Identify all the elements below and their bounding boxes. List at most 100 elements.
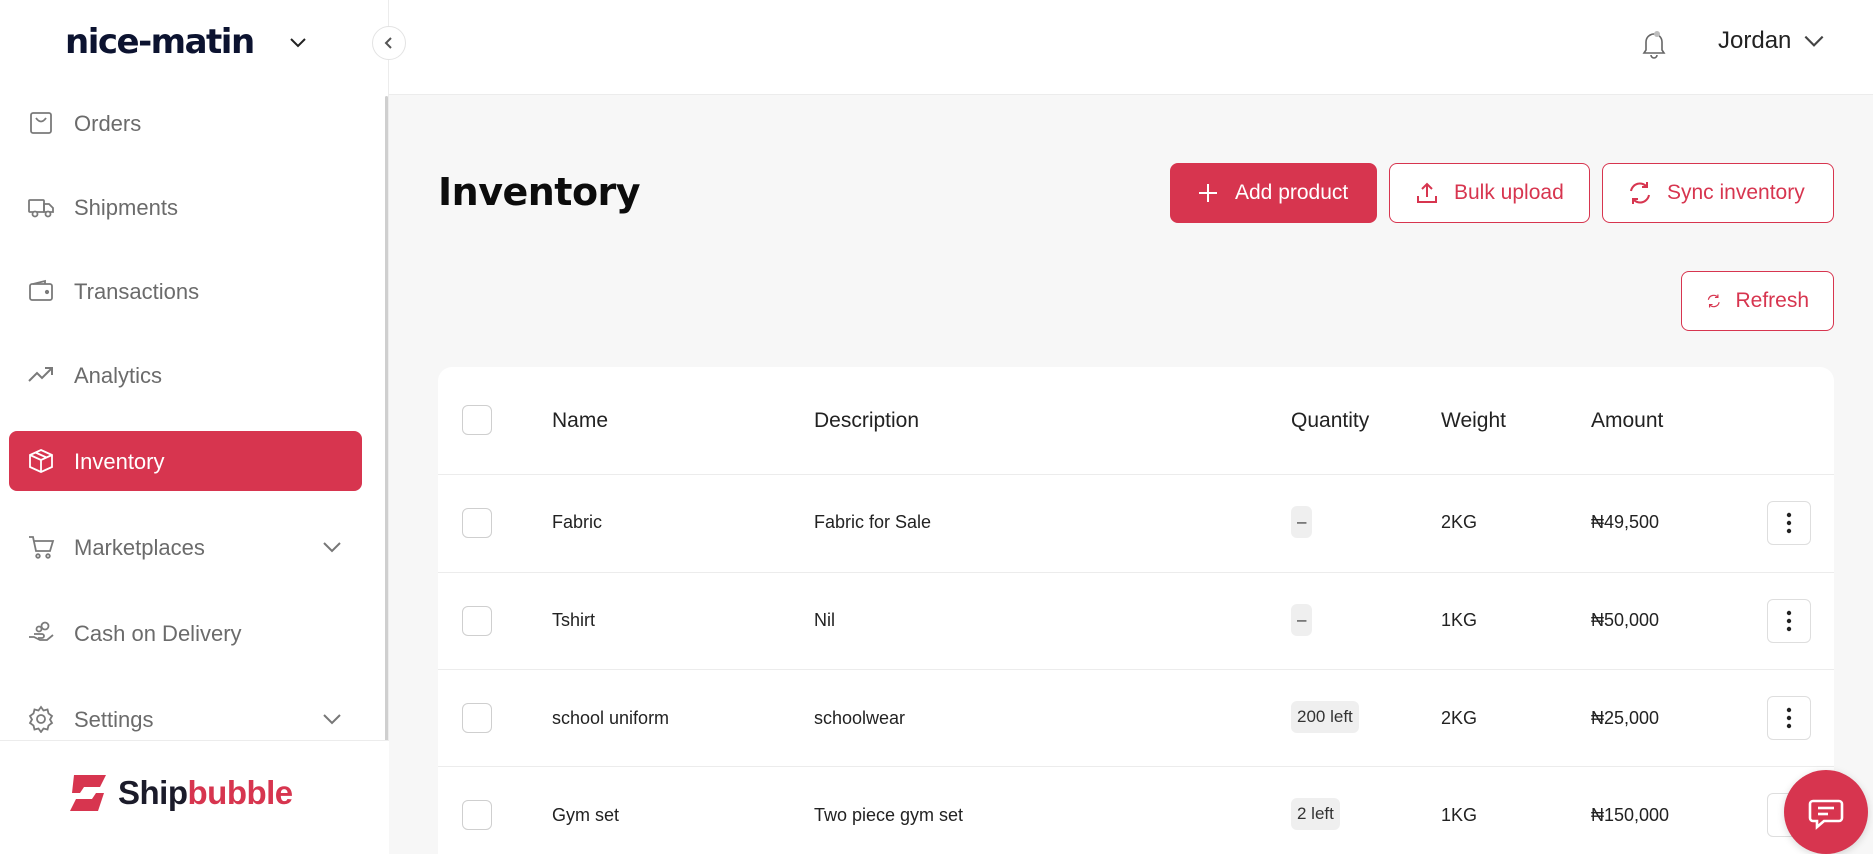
sidebar-footer: Shipbubble [0, 740, 389, 854]
sidebar-item-analytics[interactable]: Analytics [9, 345, 362, 405]
row-description: Nil [814, 610, 835, 630]
shipbubble-logo-icon [70, 775, 106, 811]
sidebar: nice-matin Orders Shipments Transactions… [0, 0, 389, 854]
sidebar-item-label: Settings [74, 707, 154, 732]
column-header-amount[interactable]: Amount [1591, 409, 1663, 433]
row-description: schoolwear [814, 708, 906, 728]
column-header-weight[interactable]: Weight [1441, 409, 1506, 433]
row-quantity: – [1291, 506, 1313, 538]
chevron-down-icon[interactable] [320, 707, 344, 731]
box-icon [29, 449, 53, 473]
bulk-upload-button[interactable]: Bulk upload [1389, 163, 1590, 223]
sidebar-item-label: Marketplaces [74, 535, 205, 560]
sidebar-item-orders[interactable]: Orders [9, 93, 362, 153]
row-weight: 1KG [1441, 805, 1478, 825]
brand-name[interactable]: nice-matin [65, 22, 255, 62]
chevron-down-icon[interactable] [286, 30, 310, 54]
table-row[interactable]: Tshirt Nil – 1KG ₦50,000 [438, 573, 1834, 670]
table-row[interactable]: school uniform schoolwear 200 left 2KG ₦… [438, 670, 1834, 767]
refresh-button[interactable]: Refresh [1681, 271, 1834, 331]
wallet-icon [29, 279, 53, 301]
hand-coins-icon [29, 621, 54, 641]
logo-text-bubble: bubble [187, 774, 294, 811]
gear-icon [28, 705, 54, 733]
refresh-icon [1707, 294, 1720, 308]
sidebar-item-settings[interactable]: Settings [9, 689, 362, 740]
row-checkbox[interactable] [462, 508, 492, 538]
sidebar-item-label: Shipments [74, 195, 178, 220]
chevron-down-icon [1804, 35, 1824, 47]
plus-icon [1199, 184, 1217, 202]
cart-icon [29, 536, 55, 559]
row-name: school uniform [552, 708, 670, 728]
sync-inventory-button[interactable]: Sync inventory [1602, 163, 1834, 223]
sidebar-item-shipments[interactable]: Shipments [9, 177, 362, 237]
truck-icon [28, 199, 54, 218]
sync-icon [1630, 182, 1650, 204]
user-menu[interactable]: Jordan [1718, 27, 1827, 55]
column-header-description[interactable]: Description [814, 409, 919, 433]
column-header-quantity[interactable]: Quantity [1291, 409, 1369, 433]
row-weight: 2KG [1441, 708, 1478, 728]
bulk-upload-label: Bulk upload [1454, 181, 1564, 204]
sidebar-item-label: Analytics [74, 363, 163, 388]
chat-icon [1808, 799, 1844, 830]
table-row[interactable]: Fabric Fabric for Sale – 2KG ₦49,500 [438, 475, 1834, 573]
row-checkbox[interactable] [462, 703, 492, 733]
sidebar-item-label: Cash on Delivery [74, 621, 242, 646]
add-product-label: Add product [1235, 181, 1349, 204]
trend-up-icon [28, 367, 53, 382]
row-description: Fabric for Sale [814, 512, 932, 532]
more-vertical-icon [1786, 512, 1792, 534]
row-amount: ₦150,000 [1591, 805, 1670, 825]
row-quantity: – [1291, 604, 1313, 636]
brand-row: nice-matin [0, 0, 389, 84]
shipbubble-logo[interactable]: Shipbubble [66, 773, 293, 813]
collapse-sidebar-button[interactable] [372, 26, 406, 60]
sidebar-item-cash-on-delivery[interactable]: Cash on Delivery [9, 603, 362, 663]
shopping-bag-icon [30, 112, 52, 134]
refresh-label: Refresh [1735, 289, 1809, 312]
chevron-left-icon [384, 37, 392, 49]
row-name: Gym set [552, 805, 620, 825]
upload-icon [1417, 182, 1437, 203]
more-vertical-icon [1786, 707, 1792, 729]
row-quantity: 2 left [1291, 798, 1340, 830]
row-checkbox[interactable] [462, 606, 492, 636]
table-row[interactable]: Gym set Two piece gym set 2 left 1KG ₦15… [438, 767, 1834, 854]
sidebar-nav: Orders Shipments Transactions Analytics … [0, 84, 389, 740]
row-weight: 1KG [1441, 610, 1478, 630]
sidebar-item-label: Transactions [74, 279, 200, 304]
add-product-button[interactable]: Add product [1170, 163, 1377, 223]
row-actions-button[interactable] [1767, 599, 1811, 643]
sidebar-item-marketplaces[interactable]: Marketplaces [9, 517, 362, 577]
row-amount: ₦50,000 [1591, 610, 1660, 630]
row-description: Two piece gym set [814, 805, 964, 825]
sidebar-item-inventory[interactable]: Inventory [9, 431, 362, 491]
row-quantity: 200 left [1291, 701, 1359, 733]
sidebar-item-transactions[interactable]: Transactions [9, 261, 362, 321]
sidebar-item-label: Inventory [74, 449, 165, 474]
row-amount: ₦25,000 [1591, 708, 1660, 728]
row-actions-button[interactable] [1767, 501, 1811, 545]
table-header-row: Name Description Quantity Weight Amount [438, 367, 1834, 475]
logo-text-ship: Ship [118, 774, 188, 811]
column-header-name[interactable]: Name [552, 409, 608, 433]
row-actions-button[interactable] [1767, 696, 1811, 740]
page-title: Inventory [438, 170, 641, 214]
user-name: Jordan [1718, 27, 1792, 54]
bell-icon[interactable] [1638, 28, 1670, 60]
row-amount: ₦49,500 [1591, 512, 1660, 532]
row-name: Fabric [552, 512, 603, 532]
sync-inventory-label: Sync inventory [1667, 181, 1805, 204]
more-vertical-icon [1786, 610, 1792, 632]
chat-support-button[interactable] [1784, 770, 1868, 854]
row-checkbox[interactable] [462, 800, 492, 830]
select-all-checkbox[interactable] [462, 405, 492, 435]
inventory-table: Name Description Quantity Weight Amount … [438, 367, 1834, 854]
row-name: Tshirt [552, 610, 596, 630]
row-weight: 2KG [1441, 512, 1478, 532]
sidebar-item-label: Orders [74, 111, 142, 136]
sidebar-scrollbar[interactable] [385, 96, 388, 742]
chevron-down-icon[interactable] [320, 535, 344, 559]
